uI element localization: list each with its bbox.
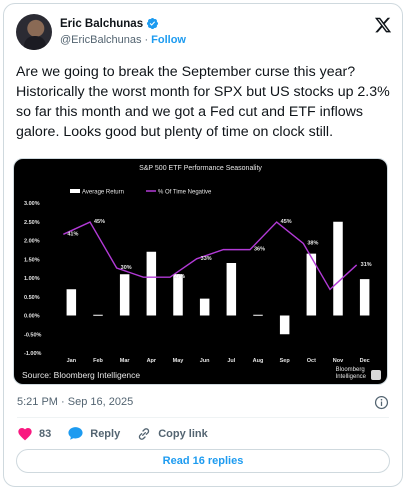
x-tick-label: Dec xyxy=(360,358,370,364)
brand-line-1: Bloomberg xyxy=(335,367,365,373)
y-tick-label: -1.00% xyxy=(24,351,42,357)
x-tick-label: Nov xyxy=(333,358,344,364)
y-tick-label: 0.00% xyxy=(24,314,40,320)
bar-jan xyxy=(66,289,77,316)
point-label: 45% xyxy=(94,219,105,225)
point-label: 41% xyxy=(67,231,78,237)
follow-button[interactable]: Follow xyxy=(151,34,186,46)
brand-line-2: Intelligence xyxy=(335,373,366,380)
copy-link-button[interactable]: Copy link xyxy=(136,426,208,442)
bloomberg-brand: Bloomberg Intelligence xyxy=(336,367,366,380)
legend-label-bars: Average Return xyxy=(82,190,124,196)
bar-mar xyxy=(119,274,130,316)
seasonality-chart: Average Return % Of Time Negative 3.00% 2.5… xyxy=(24,189,372,364)
y-tick-label: -0.50% xyxy=(24,332,42,338)
chart-source: Source: Bloomberg Intelligence xyxy=(22,370,141,380)
tweet-text: Are we going to break the September curs… xyxy=(16,64,390,140)
author-avatar[interactable] xyxy=(16,14,52,50)
x-tick-label: Aug xyxy=(253,358,264,364)
bar-jul xyxy=(226,263,237,316)
author-handle[interactable]: @EricBalchunas xyxy=(60,34,141,46)
x-tick-label: Jul xyxy=(227,358,235,364)
like-button[interactable]: 83 xyxy=(17,426,51,442)
bar-apr xyxy=(146,251,157,316)
engagement-bar: 83 Reply Copy link xyxy=(17,425,224,442)
author-name[interactable]: Eric Balchunas xyxy=(60,18,143,30)
info-icon[interactable] xyxy=(374,395,389,410)
y-tick-label: 0.50% xyxy=(24,295,40,301)
x-tick-label: Oct xyxy=(307,358,316,364)
y-tick-label: 1.50% xyxy=(24,257,40,263)
bar-aug xyxy=(253,314,263,316)
bar-may xyxy=(173,274,183,316)
read-replies-button[interactable]: Read 16 replies xyxy=(16,449,390,473)
like-count: 83 xyxy=(39,427,52,440)
legend-label-line: % Of Time Negative xyxy=(158,190,212,196)
point-label: 33% xyxy=(201,256,212,262)
point-label: 38% xyxy=(307,241,318,247)
divider xyxy=(17,417,389,418)
reply-bubble-icon xyxy=(68,427,83,440)
x-tick-label: Sep xyxy=(280,358,291,364)
chart-title: S&P 500 ETF Performance Seasonality xyxy=(139,165,262,172)
tweet-timestamp[interactable]: 5:21 PM · Sep 16, 2025 xyxy=(17,396,133,408)
copy-link-label: Copy link xyxy=(158,427,208,440)
x-tick-label: Jun xyxy=(200,358,210,364)
author-name-row: Eric Balchunas xyxy=(60,17,159,30)
x-tick-label: Jan xyxy=(67,358,77,364)
x-logo-icon[interactable] xyxy=(374,16,392,34)
bloomberg-badge-icon xyxy=(371,370,381,380)
bar-feb xyxy=(93,314,103,316)
separator-dot: · xyxy=(144,34,149,46)
point-label: 27% xyxy=(174,274,185,280)
point-label: 30% xyxy=(121,265,132,271)
heart-icon xyxy=(18,427,32,440)
reply-button[interactable]: Reply xyxy=(67,425,120,442)
x-tick-label: May xyxy=(173,358,185,364)
bar-nov xyxy=(333,221,343,316)
verified-badge-icon xyxy=(147,17,159,30)
bar-sep xyxy=(279,315,290,335)
point-label: 31% xyxy=(361,262,372,268)
bar-dec xyxy=(359,279,370,316)
y-tick-label: 2.50% xyxy=(24,220,40,226)
y-tick-label: 3.00% xyxy=(24,201,40,207)
reply-label: Reply xyxy=(90,427,121,440)
x-tick-label: Apr xyxy=(147,358,157,364)
x-tick-label: Mar xyxy=(120,358,131,364)
point-label: 45% xyxy=(281,219,292,225)
legend-swatch-bars xyxy=(70,189,80,193)
link-icon xyxy=(139,427,150,440)
y-tick-label: 2.00% xyxy=(24,239,40,245)
tweet-media-chart[interactable]: S&P 500 ETF Performance Seasonality Aver… xyxy=(13,158,388,385)
y-tick-label: 1.00% xyxy=(24,276,40,282)
tweet-header: Eric Balchunas @EricBalchunas · Follow xyxy=(16,14,392,54)
point-label: 36% xyxy=(254,247,265,253)
bar-jun xyxy=(199,298,210,316)
author-handle-row: @EricBalchunas · Follow xyxy=(60,34,186,46)
x-tick-label: Feb xyxy=(93,358,103,364)
